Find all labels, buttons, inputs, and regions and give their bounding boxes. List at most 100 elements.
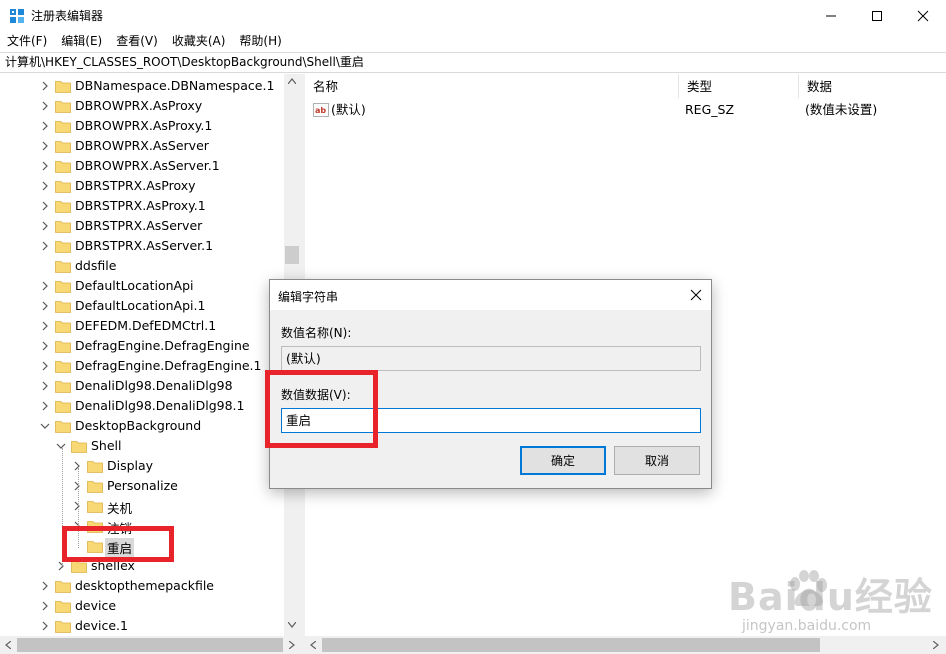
tree-item[interactable]: DBRSTPRX.AsServer.1 xyxy=(0,236,284,256)
chevron-right-icon[interactable] xyxy=(40,141,50,151)
chevron-right-icon[interactable] xyxy=(72,481,82,491)
chevron-right-icon[interactable] xyxy=(40,401,50,411)
chevron-right-icon[interactable] xyxy=(40,181,50,191)
folder-icon xyxy=(55,381,71,393)
dialog-close-button[interactable] xyxy=(683,282,709,308)
minimize-button[interactable] xyxy=(808,0,854,31)
folder-icon xyxy=(55,281,71,293)
tree-item[interactable]: DenaliDlg98.DenaliDlg98 xyxy=(0,376,284,396)
chevron-right-icon[interactable] xyxy=(72,461,82,471)
tree-item[interactable]: desktopthemepackfile xyxy=(0,576,284,596)
folder-icon xyxy=(55,241,71,253)
chevron-right-icon[interactable] xyxy=(40,241,50,251)
tree-item[interactable]: device.1 xyxy=(0,616,284,636)
chevron-right-icon[interactable] xyxy=(40,221,50,231)
tree-item[interactable]: 关机 xyxy=(0,496,284,516)
highlight-box-selected-key xyxy=(62,526,174,562)
chevron-right-icon[interactable] xyxy=(40,201,50,211)
chevron-right-icon[interactable] xyxy=(40,621,50,631)
tree-item[interactable]: DBRSTPRX.AsServer xyxy=(0,216,284,236)
tree-item[interactable]: ddsfile xyxy=(0,256,284,276)
chevron-right-icon[interactable] xyxy=(40,321,50,331)
menu-favorites[interactable]: 收藏夹(A) xyxy=(165,31,233,51)
watermark-url: jingyan.baidu.com xyxy=(742,618,872,634)
folder-icon xyxy=(55,201,71,213)
folder-icon xyxy=(55,581,71,593)
tree-item[interactable]: DBRSTPRX.AsProxy.1 xyxy=(0,196,284,216)
tree-hscroll-thumb[interactable] xyxy=(17,638,283,652)
tree-item-label: DEFEDM.DefEDMCtrl.1 xyxy=(75,318,217,333)
scroll-down-icon[interactable] xyxy=(288,622,296,628)
tree-item-label: DBROWPRX.AsProxy xyxy=(75,98,203,113)
tree-item[interactable]: DefaultLocationApi.1 xyxy=(0,296,284,316)
tree-item[interactable]: Display xyxy=(0,456,284,476)
column-header-type[interactable]: 类型 xyxy=(679,74,799,98)
close-button[interactable] xyxy=(900,0,946,31)
tree-item-label: DBROWPRX.AsProxy.1 xyxy=(75,118,213,133)
tree-item[interactable]: DesktopBackground xyxy=(0,416,284,436)
folder-icon xyxy=(55,181,71,193)
folder-icon xyxy=(55,321,71,333)
value-type: REG_SZ xyxy=(685,102,735,117)
tree-item-label: desktopthemepackfile xyxy=(75,578,214,593)
ok-button[interactable]: 确定 xyxy=(520,446,606,475)
tree-horizontal-scrollbar[interactable] xyxy=(0,636,300,654)
tree-item-label: DBRSTPRX.AsProxy.1 xyxy=(75,198,206,213)
chevron-down-icon[interactable] xyxy=(40,421,50,431)
tree-scroll-thumb[interactable] xyxy=(285,246,299,264)
tree-item[interactable]: DBROWPRX.AsServer xyxy=(0,136,284,156)
menu-help[interactable]: 帮助(H) xyxy=(232,31,288,51)
folder-icon xyxy=(55,221,71,233)
chevron-right-icon[interactable] xyxy=(40,601,50,611)
chevron-right-icon[interactable] xyxy=(40,81,50,91)
chevron-right-icon[interactable] xyxy=(40,301,50,311)
tree-item-label: Shell xyxy=(91,438,122,453)
chevron-right-icon[interactable] xyxy=(40,341,50,351)
tree-item[interactable]: DEFEDM.DefEDMCtrl.1 xyxy=(0,316,284,336)
menu-file[interactable]: 文件(F) xyxy=(0,31,54,51)
column-header-name[interactable]: 名称 xyxy=(305,74,679,98)
cancel-button[interactable]: 取消 xyxy=(614,446,700,475)
tree-item[interactable]: DBROWPRX.AsProxy xyxy=(0,96,284,116)
value-name-label: 数值名称(N): xyxy=(281,326,352,340)
chevron-right-icon[interactable] xyxy=(40,121,50,131)
chevron-right-icon[interactable] xyxy=(56,561,66,571)
tree-item[interactable]: DefaultLocationApi xyxy=(0,276,284,296)
tree-item[interactable]: DBNamespace.DBNamespace.1 xyxy=(0,76,284,96)
folder-icon xyxy=(55,401,71,413)
chevron-right-icon[interactable] xyxy=(72,501,82,511)
chevron-right-icon[interactable] xyxy=(40,581,50,591)
tree-item[interactable]: device xyxy=(0,596,284,616)
chevron-right-icon[interactable] xyxy=(40,381,50,391)
tree-item[interactable]: DBROWPRX.AsServer.1 xyxy=(0,156,284,176)
address-bar[interactable]: 计算机\HKEY_CLASSES_ROOT\DesktopBackground\… xyxy=(0,52,946,73)
chevron-right-icon[interactable] xyxy=(40,281,50,291)
chevron-right-icon[interactable] xyxy=(40,161,50,171)
tree-item[interactable]: Personalize xyxy=(0,476,284,496)
menu-view[interactable]: 查看(V) xyxy=(109,31,165,51)
tree-item-label: DBNamespace.DBNamespace.1 xyxy=(75,78,275,93)
folder-icon xyxy=(55,421,71,433)
tree-item[interactable]: DefragEngine.DefragEngine.1 xyxy=(0,356,284,376)
scroll-left-icon[interactable] xyxy=(310,641,316,649)
tree-item-label: DBRSTPRX.AsServer xyxy=(75,218,203,233)
maximize-button[interactable] xyxy=(854,0,900,31)
scroll-left-icon[interactable] xyxy=(5,641,11,649)
tree-item[interactable]: DenaliDlg98.DenaliDlg98.1 xyxy=(0,396,284,416)
tree-item[interactable]: DefragEngine.DefragEngine xyxy=(0,336,284,356)
tree-item[interactable]: DBROWPRX.AsProxy.1 xyxy=(0,116,284,136)
chevron-down-icon[interactable] xyxy=(56,441,66,451)
column-header-data[interactable]: 数据 xyxy=(799,74,946,98)
tree-item-label: 关机 xyxy=(107,501,133,516)
folder-icon xyxy=(55,81,71,93)
tree-item-label: Display xyxy=(107,458,154,473)
scroll-up-icon[interactable] xyxy=(288,78,296,84)
menu-edit[interactable]: 编辑(E) xyxy=(54,31,109,51)
tree-item[interactable]: DBRSTPRX.AsProxy xyxy=(0,176,284,196)
dialog-title: 编辑字符串 xyxy=(278,290,339,304)
tree-item[interactable]: Shell xyxy=(0,436,284,456)
scroll-right-icon[interactable] xyxy=(289,641,295,649)
chevron-right-icon[interactable] xyxy=(40,101,50,111)
folder-icon xyxy=(55,141,71,153)
chevron-right-icon[interactable] xyxy=(40,361,50,371)
